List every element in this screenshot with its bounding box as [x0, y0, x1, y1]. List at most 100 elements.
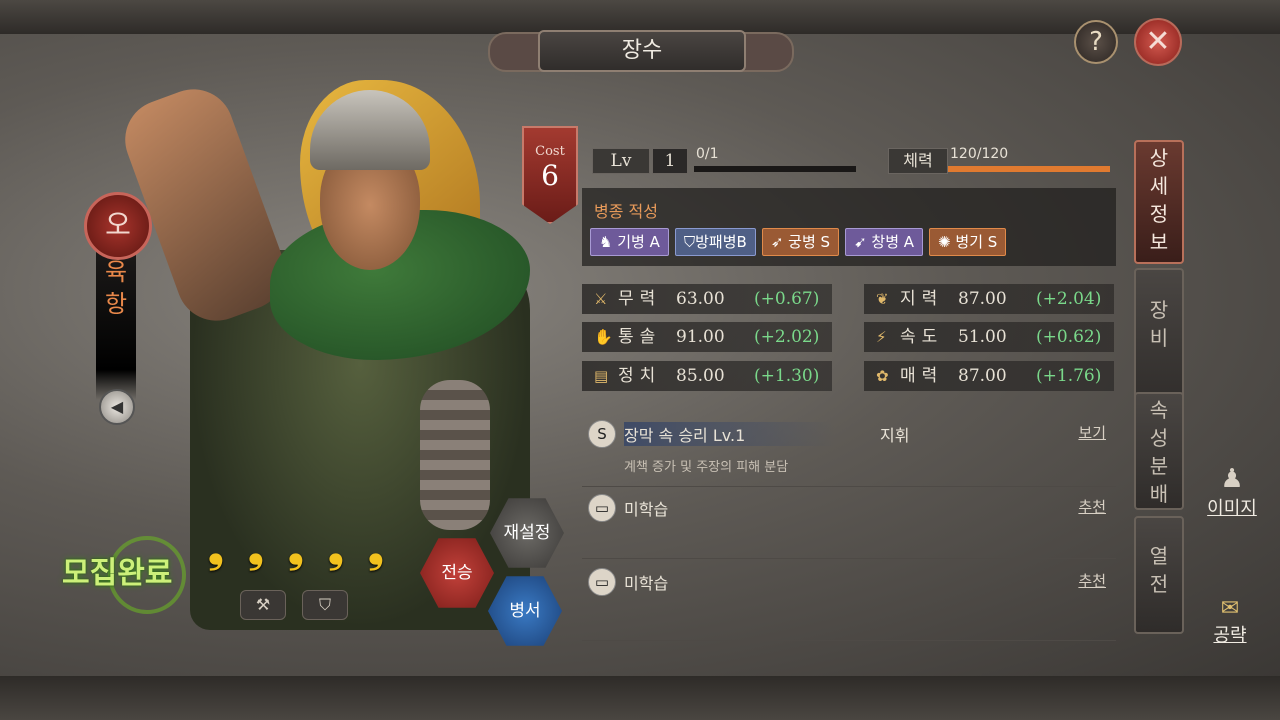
level-label: Lv — [592, 148, 650, 174]
exp-bar — [694, 166, 856, 172]
name-char: 육 — [104, 258, 128, 286]
portrait-armor — [420, 380, 490, 530]
bust-icon: ♟ — [1220, 464, 1244, 494]
cost-badge: Cost 6 — [522, 126, 578, 224]
level-value: 1 — [652, 148, 688, 174]
aptitude-label: 병기 S — [955, 233, 998, 251]
skill-name: 장막 속 승리 Lv.1 — [624, 422, 836, 446]
stat-bonus: (+1.30) — [754, 366, 820, 386]
stamina-value: 120/120 — [950, 146, 1009, 162]
skill-recommend-link[interactable]: 추천 — [1078, 570, 1106, 591]
cost-value: 6 — [541, 159, 559, 192]
aptitude-label: 방패병B — [695, 233, 747, 251]
aptitude-spear: ➹ 창병 A — [845, 228, 924, 256]
equipment-slots: ⚒ ⛉ — [240, 590, 364, 620]
stat-row: ▤ 정치 85.00 (+1.30) — [582, 361, 832, 391]
detail-panel: Lv 1 0/1 체력 120/120 병종 적성 ♞ 기병 A ⛉방패병B ➶ 궁… — [582, 138, 1116, 648]
stat-name: 통솔 — [618, 327, 662, 347]
tab-details[interactable]: 상세정보 — [1134, 140, 1184, 264]
speaker-icon: ◀ — [110, 397, 124, 416]
bottom-frame — [0, 676, 1280, 720]
aptitude-archer: ➶ 궁병 S — [761, 228, 840, 256]
tab-label: 장비 — [1149, 298, 1169, 350]
aptitude-label: 창병 A — [871, 233, 915, 251]
stat-row: ✋ 통솔 91.00 (+2.02) — [582, 322, 832, 352]
command-icon: ✋ — [594, 328, 613, 346]
stat-row: ⚔ 무력 63.00 (+0.67) — [582, 284, 832, 314]
stat-value: 85.00 — [676, 366, 725, 386]
tab-label: 열전 — [1149, 544, 1169, 596]
close-button[interactable]: ✕ — [1134, 18, 1182, 66]
faction-seal: 오 — [84, 192, 152, 260]
skill-name: 미학습 — [624, 500, 669, 519]
guide-button[interactable]: ✉ 공략 — [1200, 596, 1260, 647]
tab-biography[interactable]: 열전 — [1134, 516, 1184, 634]
skill-type: 지휘 — [880, 426, 910, 445]
brain-icon: ❦ — [876, 290, 889, 308]
stamina-bar — [948, 166, 1110, 172]
stat-value: 87.00 — [958, 366, 1007, 386]
stat-row: ⚡ 속도 51.00 (+0.62) — [864, 322, 1114, 352]
weapon-slot-icon[interactable]: ⚒ — [240, 590, 286, 620]
tab-label: 상세정보 — [1149, 146, 1169, 254]
stamina-bar-fill — [948, 166, 1110, 172]
aptitude-shield: ⛉방패병B — [674, 228, 756, 256]
aptitude-cavalry: ♞ 기병 A — [590, 228, 669, 256]
stat-value: 87.00 — [958, 289, 1007, 309]
level-row: Lv 1 0/1 체력 120/120 — [582, 138, 1116, 178]
stat-row: ❦ 지력 87.00 (+2.04) — [864, 284, 1114, 314]
stat-bonus: (+2.04) — [1036, 289, 1102, 309]
image-label: 이미지 — [1207, 498, 1257, 519]
image-button[interactable]: ♟ 이미지 — [1198, 464, 1266, 520]
boot-icon: ⚡ — [876, 328, 887, 346]
guide-label: 공략 — [1213, 625, 1247, 646]
aptitude-title: 병종 적성 — [594, 202, 658, 221]
stat-bonus: (+0.62) — [1036, 327, 1102, 347]
sword-icon: ⚔ — [594, 290, 608, 308]
stat-name: 매력 — [900, 366, 944, 386]
skill-grade-icon: S — [588, 420, 616, 448]
chest-icon: ▭ — [588, 568, 616, 596]
stat-name: 지력 — [900, 289, 944, 309]
skill-description: 계책 증가 및 주장의 피해 분담 — [624, 460, 789, 475]
star-rating: ❟ ❟ ❟ ❟ ❟ — [208, 525, 408, 574]
stat-value: 91.00 — [676, 327, 725, 347]
armor-slot-icon[interactable]: ⛉ — [302, 590, 348, 620]
exp-value: 0/1 — [696, 146, 719, 162]
star-gem-icon: ❟ — [208, 525, 224, 572]
stat-name: 무력 — [618, 289, 662, 309]
scroll-icon: ▤ — [594, 367, 609, 385]
stat-bonus: (+1.76) — [1036, 366, 1102, 386]
stat-bonus: (+0.67) — [754, 289, 820, 309]
stat-name: 속도 — [900, 327, 944, 347]
skill-slot: ▭ 미학습 추천 — [582, 564, 1116, 641]
voice-button[interactable]: ◀ — [99, 389, 135, 425]
aptitude-siege: ✺ 병기 S — [929, 228, 1007, 256]
skill-slot: ▭ 미학습 추천 — [582, 490, 1116, 559]
star-gem-icon: ❟ — [288, 525, 304, 572]
star-gem-icon: ❟ — [248, 525, 264, 572]
help-button[interactable]: ? — [1074, 20, 1118, 64]
aptitude-label: 기병 A — [617, 233, 660, 251]
star-gem-icon: ❟ — [328, 525, 344, 572]
tab-equipment[interactable]: 장비 — [1134, 268, 1184, 412]
stat-value: 51.00 — [958, 327, 1007, 347]
name-banner: 육 항 — [96, 250, 136, 400]
skill-name: 미학습 — [624, 574, 669, 593]
skill-slot: S 장막 속 승리 Lv.1 지휘 보기 계책 증가 및 주장의 피해 분담 — [582, 416, 1116, 487]
aptitude-list: ♞ 기병 A ⛉방패병B ➶ 궁병 S ➹ 창병 A ✺ 병기 S — [590, 228, 1012, 256]
chest-icon: ▭ — [588, 494, 616, 522]
stat-bonus: (+2.02) — [754, 327, 820, 347]
skill-recommend-link[interactable]: 추천 — [1078, 496, 1106, 517]
cost-label: Cost — [535, 144, 565, 159]
skill-view-link[interactable]: 보기 — [1078, 422, 1106, 443]
star-gem-icon: ❟ — [368, 525, 384, 572]
page-title: 장수 — [538, 30, 746, 72]
stat-name: 정치 — [618, 366, 662, 386]
stat-row: ✿ 매력 87.00 (+1.76) — [864, 361, 1114, 391]
troop-aptitude: 병종 적성 ♞ 기병 A ⛉방패병B ➶ 궁병 S ➹ 창병 A ✺ 병기 S — [582, 188, 1116, 266]
tab-attributes[interactable]: 속성분배 — [1134, 392, 1184, 510]
recruit-status: 모집완료 — [62, 556, 173, 591]
stamina-label: 체력 — [888, 148, 948, 174]
scroll-icon: ✉ — [1220, 596, 1240, 621]
